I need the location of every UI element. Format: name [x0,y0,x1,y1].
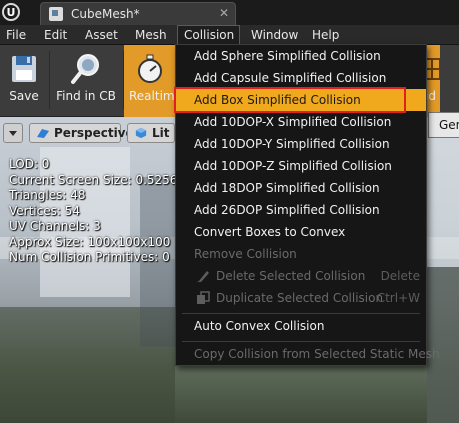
perspective-button[interactable]: Perspective [29,123,134,143]
menu-item-add-10dop-x-collision[interactable]: Add 10DOP-X Simplified Collision [176,111,426,133]
save-icon [12,56,36,82]
menu-help[interactable]: Help [306,25,345,45]
menu-item-label: Add 10DOP-Y Simplified Collision [194,137,390,151]
menu-item-label: Add 18DOP Simplified Collision [194,181,380,195]
lit-cube-icon [135,127,147,139]
document-tab[interactable]: CubeMesh* ✕ [40,2,236,25]
tab-close-icon[interactable]: ✕ [219,6,229,20]
menu-item-label: Remove Collision [194,247,297,261]
menu-item-label: Copy Collision from Selected Static Mesh [194,347,440,361]
menu-item-shortcut: Delete [380,269,420,283]
menu-item-label: Add 10DOP-Z Simplified Collision [194,159,392,173]
tooltip: Gen [428,112,459,138]
menu-item-add-capsule-collision[interactable]: Add Capsule Simplified Collision [176,67,426,89]
perspective-label: Perspective [54,126,134,140]
stat-screen-size: Current Screen Size: 0.52567 [9,172,186,187]
menu-item-duplicate-selected-collision[interactable]: Duplicate Selected Collision Ctrl+W [176,287,426,309]
menu-item-add-26dop-collision[interactable]: Add 26DOP Simplified Collision [176,199,426,221]
stat-approx-size: Approx Size: 100x100x100 [9,234,171,249]
menu-item-label: Add Sphere Simplified Collision [194,49,381,63]
collision-menu: Add Sphere Simplified Collision Add Caps… [174,44,440,366]
menu-item-add-10dop-y-collision[interactable]: Add 10DOP-Y Simplified Collision [176,133,426,155]
menu-item-label: Add Box Simplified Collision [194,93,361,107]
lit-label: Lit [152,126,170,140]
menu-item-add-18dop-collision[interactable]: Add 18DOP Simplified Collision [176,177,426,199]
menu-item-label: Convert Boxes to Convex [194,225,346,239]
find-in-cb-label: Find in CB [56,89,116,103]
menu-item-copy-collision-from-mesh[interactable]: Copy Collision from Selected Static Mesh [176,343,440,365]
menu-edit[interactable]: Edit [38,25,73,45]
menu-separator [182,341,420,342]
menu-item-label: Duplicate Selected Collision [216,291,384,305]
save-button[interactable]: Save [0,45,48,117]
save-label: Save [9,89,39,103]
realtime-button[interactable]: Realtim [124,45,176,117]
stopwatch-icon [138,54,162,83]
menu-item-auto-convex-collision[interactable]: Auto Convex Collision [176,315,426,337]
menu-mesh[interactable]: Mesh [129,25,173,45]
perspective-icon [37,129,49,138]
menu-item-delete-selected-collision[interactable]: Delete Selected Collision Delete [176,265,426,287]
menu-bar: File Edit Asset Mesh Collision Window He… [0,25,459,45]
duplicate-icon [197,291,210,304]
menu-item-add-box-collision[interactable]: Add Box Simplified Collision [174,87,426,113]
menu-file[interactable]: File [0,25,32,45]
magnifier-icon [71,54,99,84]
stat-triangles: Triangles: 48 [9,188,86,202]
menu-item-add-sphere-collision[interactable]: Add Sphere Simplified Collision [176,45,426,67]
menu-separator [182,313,420,314]
menu-item-label: Delete Selected Collision [216,269,366,283]
menu-window[interactable]: Window [245,25,304,45]
tab-title: CubeMesh* [71,7,140,21]
mesh-stats: LOD: 0 Current Screen Size: 0.52567 Tria… [9,157,185,266]
stat-lod: LOD: 0 [9,157,50,171]
menu-item-remove-collision[interactable]: Remove Collision [176,243,426,265]
menu-item-shortcut: Ctrl+W [376,291,420,305]
stat-num-collision: Num Collision Primitives: 0 [9,250,170,264]
menu-item-label: Auto Convex Collision [194,319,325,333]
menu-asset[interactable]: Asset [79,25,124,45]
title-bar: U CubeMesh* ✕ [0,0,459,25]
menu-item-label: Add 26DOP Simplified Collision [194,203,380,217]
static-mesh-icon [49,7,63,21]
menu-item-add-10dop-z-collision[interactable]: Add 10DOP-Z Simplified Collision [176,155,426,177]
stat-uv-channels: UV Channels: 3 [9,219,101,233]
menu-item-label: Add Capsule Simplified Collision [194,71,387,85]
menu-item-label: Add 10DOP-X Simplified Collision [194,115,392,129]
lit-button[interactable]: Lit [127,123,175,143]
viewport-options-dropdown[interactable] [3,123,23,143]
find-in-cb-button[interactable]: Find in CB [50,45,122,117]
realtime-label: Realtim [129,89,175,103]
stat-vertices: Vertices: 54 [9,203,80,218]
unreal-logo-icon[interactable]: U [2,3,20,21]
menu-item-convert-boxes-to-convex[interactable]: Convert Boxes to Convex [176,221,426,243]
delete-icon [197,271,209,282]
menu-collision[interactable]: Collision [177,25,240,45]
